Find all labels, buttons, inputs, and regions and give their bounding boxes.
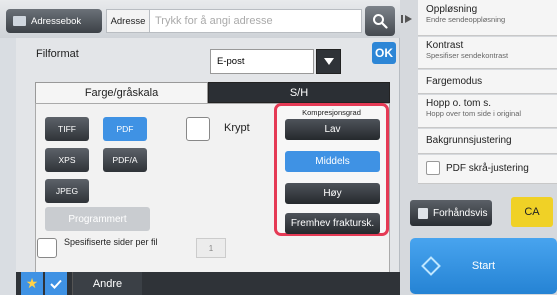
format-xps-button[interactable]: XPS <box>45 148 89 172</box>
top-bar: Adressebok Adresse Trykk for å angi adre… <box>0 0 400 38</box>
address-input[interactable]: Trykk for å angi adresse <box>149 9 362 33</box>
setting-pdf-skew-row: PDF skrå-justering <box>426 161 557 175</box>
address-book-label: Adressebok <box>31 15 82 27</box>
format-pdf-button[interactable]: PDF <box>103 117 147 141</box>
compression-text-enhance-button[interactable]: Fremhev fraktursk. <box>285 213 380 234</box>
chevron-down-icon <box>323 58 334 65</box>
setting-resolution-title: Oppløsning <box>426 4 478 15</box>
start-label: Start <box>471 260 496 272</box>
pdf-skew-checkbox[interactable] <box>426 161 440 175</box>
compression-high-button[interactable]: Høy <box>285 183 380 204</box>
compression-low-button[interactable]: Lav <box>285 119 380 140</box>
favorites-button[interactable]: ★ <box>21 272 43 295</box>
star-icon: ★ <box>25 275 39 291</box>
setting-contrast-title: Kontrast <box>426 40 464 51</box>
setting-background-title: Bakgrunnsjustering <box>426 135 512 146</box>
encrypt-checkbox[interactable] <box>186 117 210 141</box>
specified-pages-checkbox[interactable] <box>37 238 57 258</box>
filformat-dropdown-button[interactable] <box>316 49 341 74</box>
search-icon <box>373 14 388 29</box>
setting-contrast-subtitle: Spesifiser sendekontrast <box>426 51 509 60</box>
ok-button[interactable]: OK <box>372 42 396 64</box>
tab-color-grayscale[interactable]: Farge/gråskala <box>35 82 208 103</box>
specified-pages-label: Spesifiserte sider per fil <box>64 237 158 247</box>
preview-icon <box>418 207 428 219</box>
file-format-panel: Filformat E-post OK Farge/gråskala S/H T… <box>16 38 400 273</box>
setting-resolution-subtitle: Endre sendeoppløsning <box>426 15 506 24</box>
programmed-button[interactable]: Programmert <box>45 207 150 231</box>
clear-all-button[interactable]: CA <box>511 197 553 227</box>
compression-medium-button[interactable]: Middels <box>285 151 380 172</box>
setting-color-mode-title: Fargemodus <box>426 76 483 87</box>
filformat-label: Filformat <box>36 48 79 60</box>
setting-skip-blank-subtitle: Hopp over tom side i original <box>426 109 522 118</box>
collapse-arrow-icon[interactable] <box>401 14 413 26</box>
encrypt-label: Krypt <box>224 122 250 134</box>
play-bar-icon <box>401 15 412 23</box>
address-book-button[interactable]: Adressebok <box>6 9 102 33</box>
setting-skip-blank-title: Hopp o. tom s. <box>426 98 492 109</box>
other-button[interactable]: Andre <box>72 272 142 295</box>
setting-pdf-skew-title: PDF skrå-justering <box>446 162 529 174</box>
format-tiff-button[interactable]: TIFF <box>45 117 89 141</box>
checkmark-icon <box>50 279 62 289</box>
address-label: Adresse <box>106 9 150 33</box>
format-jpeg-button[interactable]: JPEG <box>45 179 89 203</box>
address-book-icon <box>13 16 26 26</box>
setting-contrast[interactable]: Kontrast Spesifiser sendekontrast <box>418 37 557 69</box>
preview-label: Forhåndsvis <box>433 207 488 219</box>
filformat-select[interactable]: E-post <box>210 49 314 74</box>
setting-resolution[interactable]: Oppløsning Endre sendeoppløsning <box>418 0 557 36</box>
search-button[interactable] <box>365 6 395 36</box>
preview-button[interactable]: Forhåndsvis <box>410 200 492 226</box>
format-pdfa-button[interactable]: PDF/A <box>103 148 147 172</box>
setting-pdf-skew[interactable]: PDF skrå-justering <box>418 155 557 184</box>
setting-skip-blank[interactable]: Hopp o. tom s. Hopp over tom side i orig… <box>418 95 557 128</box>
setting-color-mode[interactable]: Fargemodus <box>418 70 557 94</box>
compression-title: Kompresjonsgrad <box>302 108 361 117</box>
checkmark-button[interactable] <box>45 272 67 295</box>
compression-group: Kompresjonsgrad Lav Middels Høy Fremhev … <box>274 103 389 236</box>
pages-per-file-field[interactable]: 1 <box>196 238 226 258</box>
tab-black-white[interactable]: S/H <box>208 82 390 103</box>
setting-background-adjust[interactable]: Bakgrunnsjustering <box>418 129 557 154</box>
